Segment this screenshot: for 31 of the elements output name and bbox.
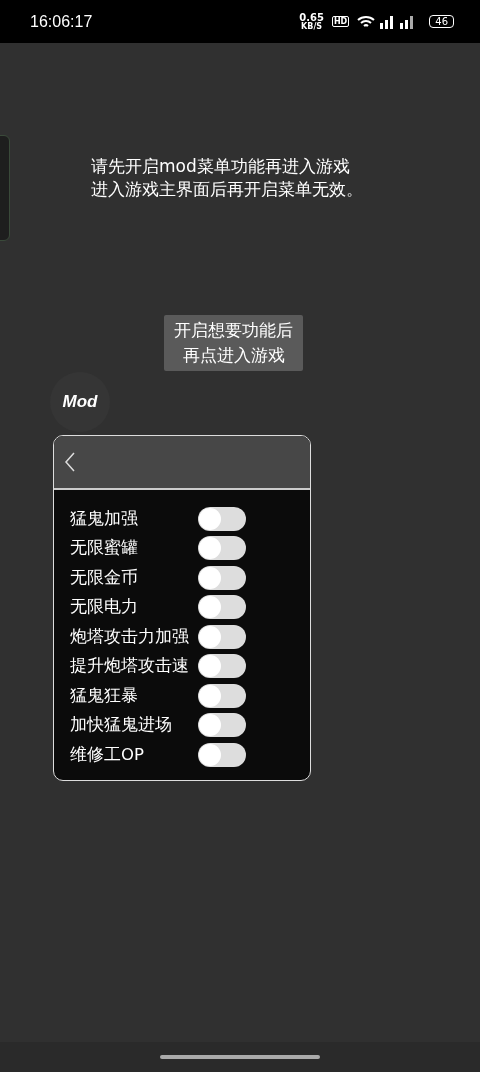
toggle-switch[interactable]: [198, 624, 246, 649]
battery-level: 46: [429, 15, 454, 28]
toggle-switch[interactable]: [198, 654, 246, 679]
toggle-switch[interactable]: [198, 742, 246, 767]
toggle-switch[interactable]: [198, 506, 246, 531]
notice-text: 进入游戏主界面后再开启菜单无效。: [91, 178, 363, 201]
signal-icon: [379, 14, 396, 29]
network-speed-unit: KB/S: [301, 22, 323, 31]
back-icon[interactable]: [64, 452, 76, 472]
wifi-icon: [357, 14, 376, 29]
option-label: 无限电力: [70, 596, 139, 619]
option-label: 猛鬼狂暴: [70, 684, 139, 707]
signal-icon: [399, 14, 416, 29]
option-label: 无限蜜罐: [70, 537, 139, 560]
toggle-switch[interactable]: [198, 713, 246, 738]
option-label: 无限金币: [70, 566, 139, 589]
toggle-switch[interactable]: [198, 536, 246, 561]
hd-badge: HD: [331, 16, 350, 27]
toggle-switch[interactable]: [198, 565, 246, 590]
option-label: 炮塔攻击力加强: [70, 625, 190, 648]
clock-time: 16:06:17: [30, 12, 93, 31]
start-game-button[interactable]: 开启想要功能后 再点进入游戏: [164, 315, 303, 371]
option-label: 猛鬼加强: [70, 507, 139, 530]
option-label: 维修工OP: [70, 743, 145, 766]
toggle-switch[interactable]: [198, 683, 246, 708]
notice-text: 请先开启mod菜单功能再进入游戏: [91, 155, 351, 178]
option-label: 加快猛鬼进场: [70, 714, 173, 737]
mod-logo-button[interactable]: Mod: [50, 372, 110, 432]
toggle-switch[interactable]: [198, 595, 246, 620]
option-label: 提升炮塔攻击速: [70, 655, 190, 678]
network-speed: 0.65: [299, 12, 324, 23]
